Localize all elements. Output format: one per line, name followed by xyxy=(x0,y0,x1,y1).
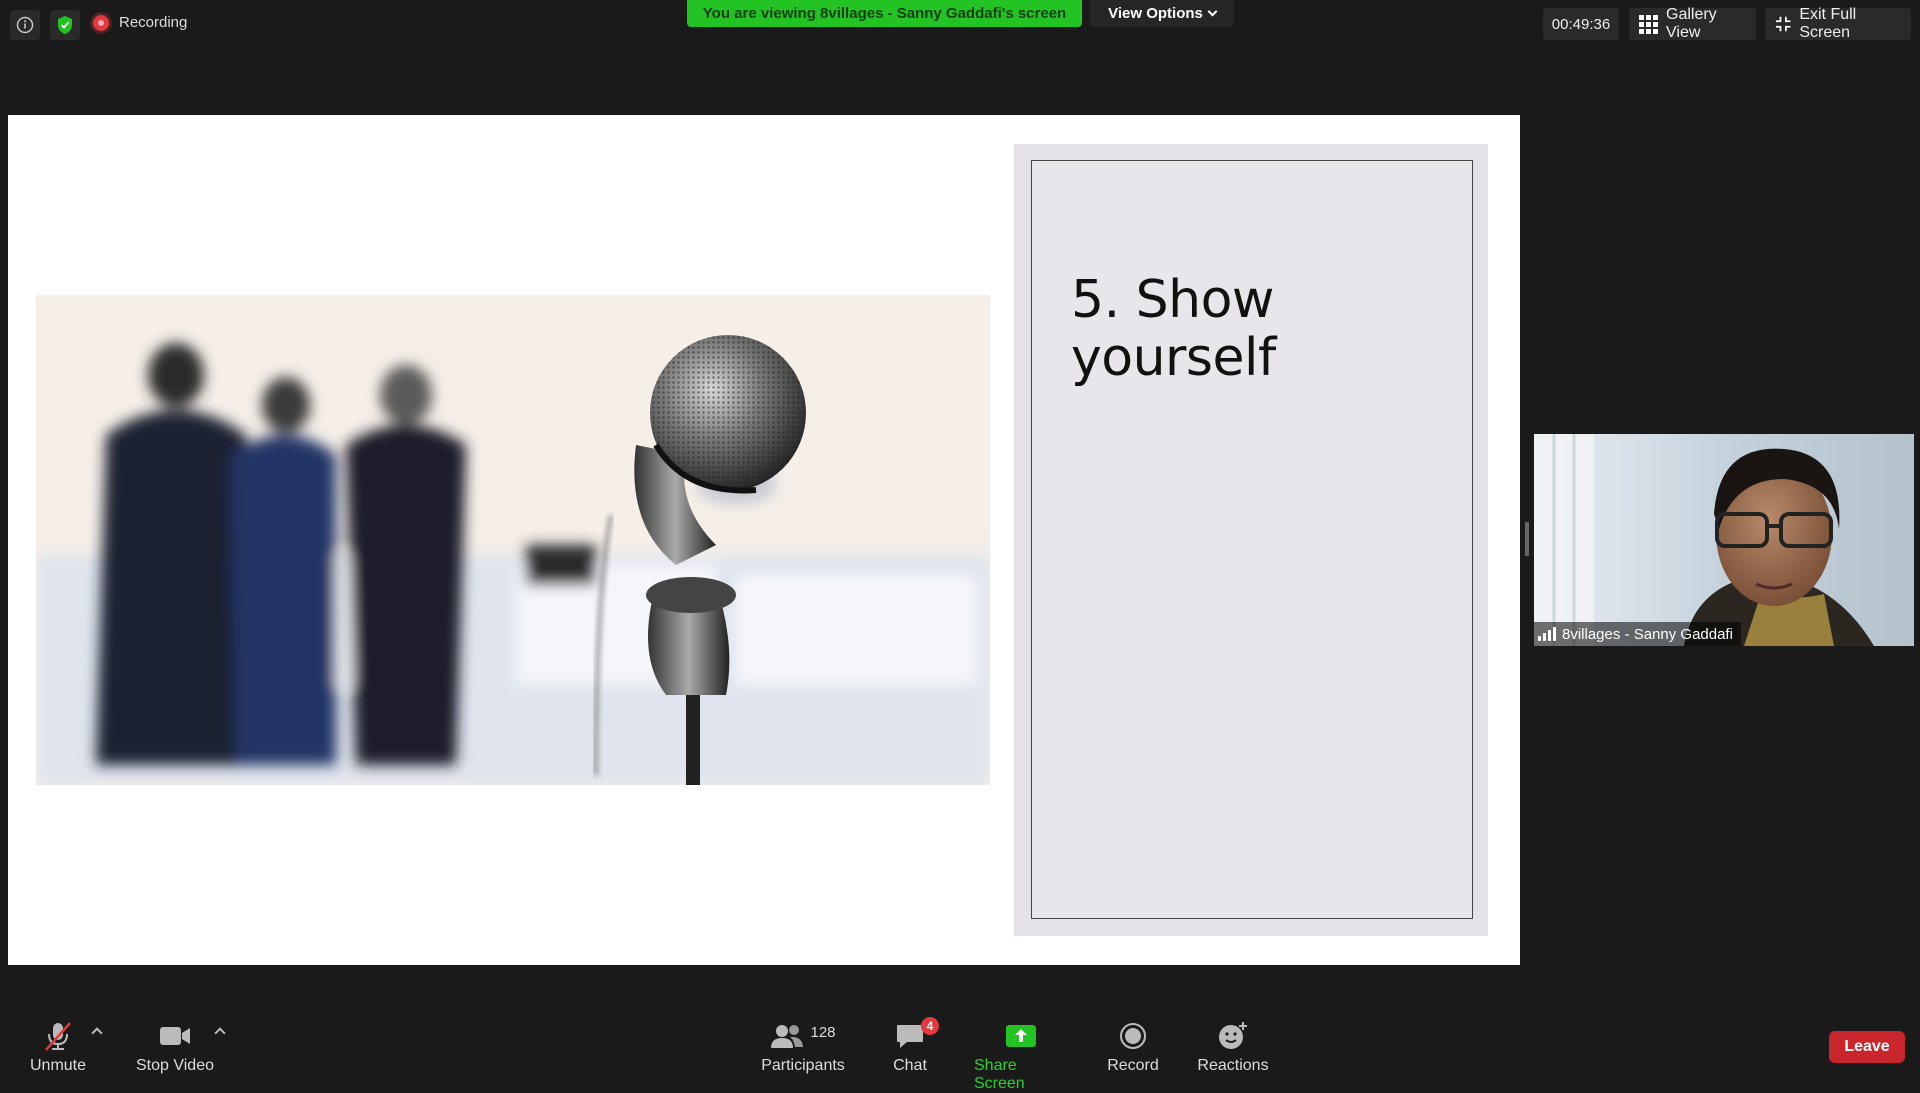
gallery-view-label: Gallery View xyxy=(1666,6,1717,41)
audio-options-chevron-icon[interactable] xyxy=(91,1027,103,1039)
signal-strength-icon xyxy=(1538,627,1556,641)
chevron-down-icon xyxy=(1207,6,1218,17)
participant-name: 8villages - Sanny Gaddafi xyxy=(1562,625,1733,643)
recording-label: Recording xyxy=(119,14,188,31)
chat-icon: 4 xyxy=(895,1017,939,1051)
exit-fullscreen-icon xyxy=(1775,16,1791,32)
participants-icon-group: 128 xyxy=(770,1021,836,1051)
recording-icon xyxy=(93,14,109,31)
info-icon[interactable] xyxy=(10,10,40,40)
microphone-muted-icon xyxy=(42,1021,74,1051)
share-screen-label: Share Screen xyxy=(974,1057,1025,1092)
chat-badge: 4 xyxy=(921,1017,939,1035)
share-screen-icon xyxy=(1005,1021,1037,1051)
stop-video-label: Stop Video xyxy=(136,1057,214,1074)
slide-title: 5. Show yourself xyxy=(1071,270,1276,388)
chat-label: Chat xyxy=(893,1057,927,1074)
record-button[interactable]: Record xyxy=(1107,1021,1159,1075)
leave-button[interactable]: Leave xyxy=(1829,1031,1905,1063)
record-icon xyxy=(1119,1021,1147,1051)
participants-button[interactable]: 128 Participants xyxy=(759,1021,847,1075)
chat-button[interactable]: 4 Chat xyxy=(888,1017,939,1075)
viewing-banner: You are viewing 8villages - Sanny Gaddaf… xyxy=(687,0,1082,27)
shared-screen: 5. Show yourself xyxy=(8,115,1520,965)
participants-label: Participants xyxy=(761,1057,845,1074)
participant-video-tile[interactable]: 8villages - Sanny Gaddafi xyxy=(1534,434,1914,646)
meeting-timer: 00:49:36 xyxy=(1543,8,1619,40)
exit-full-screen-button[interactable]: Exit Full Screen xyxy=(1765,6,1911,41)
reactions-button[interactable]: Reactions xyxy=(1197,1021,1269,1075)
view-options-label: View Options xyxy=(1108,5,1203,22)
gallery-view-button[interactable]: Gallery View xyxy=(1629,6,1756,41)
top-bar: Recording You are viewing 8villages - Sa… xyxy=(0,0,1920,50)
share-screen-button[interactable]: Share Screen xyxy=(974,1021,1068,1093)
recording-indicator[interactable]: Recording xyxy=(93,14,187,31)
grid-icon xyxy=(1639,14,1658,34)
view-options-button[interactable]: View Options xyxy=(1090,0,1234,27)
microphone-photo xyxy=(36,295,990,785)
smiley-add-icon xyxy=(1217,1021,1249,1051)
meeting-toolbar: Unmute Stop Video 128 Participants 4 Cha… xyxy=(0,1005,1920,1092)
participants-icon xyxy=(771,1025,804,1048)
shield-check-icon[interactable] xyxy=(50,10,80,40)
video-camera-icon xyxy=(159,1021,191,1051)
reactions-label: Reactions xyxy=(1197,1057,1269,1074)
exit-full-screen-label: Exit Full Screen xyxy=(1799,6,1857,41)
participant-name-label: 8villages - Sanny Gaddafi xyxy=(1534,622,1741,646)
slide-title-frame: 5. Show yourself xyxy=(1031,160,1473,919)
participants-count: 128 xyxy=(810,1023,836,1041)
slide-title-panel: 5. Show yourself xyxy=(1014,144,1488,936)
participant-video xyxy=(1534,434,1914,646)
unmute-button[interactable]: Unmute xyxy=(26,1021,90,1075)
unmute-label: Unmute xyxy=(29,1057,87,1074)
record-label: Record xyxy=(1107,1057,1159,1074)
resize-handle[interactable] xyxy=(1525,522,1529,556)
stop-video-button[interactable]: Stop Video xyxy=(133,1021,217,1075)
